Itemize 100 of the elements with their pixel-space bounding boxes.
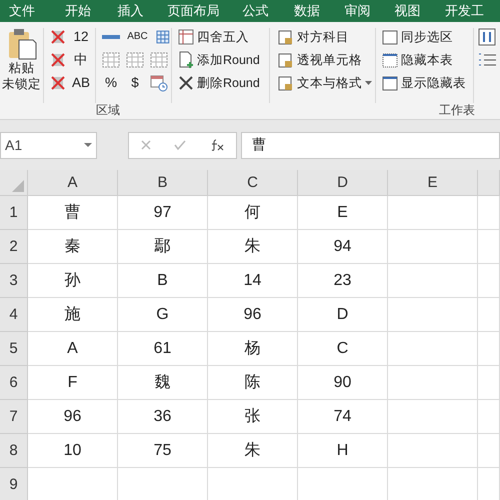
ribbon-tab[interactable]: 数据 xyxy=(291,2,342,20)
ribbon-button[interactable]: 隐藏本表 xyxy=(382,51,473,69)
row-header[interactable]: 8 xyxy=(0,434,28,468)
column-header[interactable]: E xyxy=(388,170,478,196)
table-icon xyxy=(278,52,294,68)
grid-icon[interactable] xyxy=(126,52,144,68)
empty-cell xyxy=(478,400,500,434)
percent-label[interactable]: % xyxy=(102,75,120,90)
caret-icon xyxy=(365,81,372,85)
table-icon[interactable] xyxy=(155,28,171,44)
number-format-label[interactable]: 12 xyxy=(72,29,90,44)
table-cell: 魏 xyxy=(118,366,208,400)
table-cell: 10 xyxy=(28,434,118,468)
number-format-label[interactable]: 中 xyxy=(72,50,90,68)
table-cell: C xyxy=(298,332,388,366)
table-cell: 36 xyxy=(118,400,208,434)
ribbon-button[interactable]: 透视单元格 xyxy=(278,51,375,69)
text-case-label[interactable]: ABC xyxy=(126,31,150,42)
table-cell: 75 xyxy=(118,434,208,468)
table-cell: 90 xyxy=(298,366,388,400)
number-format-label[interactable]: AB xyxy=(72,75,90,90)
empty-cell xyxy=(478,434,500,468)
crossed-number-icon[interactable] xyxy=(50,52,66,68)
grid-icon[interactable] xyxy=(150,52,168,68)
ribbon-button[interactable]: 对方科目 xyxy=(278,28,375,46)
table-cell: 朱 xyxy=(208,230,298,264)
function-icon[interactable] xyxy=(210,139,224,151)
sheet-icon xyxy=(382,30,398,44)
dropdown-caret-icon xyxy=(84,143,92,147)
percent-table-icon xyxy=(178,29,194,45)
delete-icon xyxy=(178,75,194,91)
column-header[interactable]: A xyxy=(28,170,118,196)
column-header[interactable]: D xyxy=(298,170,388,196)
table-cell: 施 xyxy=(28,298,118,332)
table-cell: 96 xyxy=(208,298,298,332)
formula-input[interactable]: 曹 xyxy=(241,132,500,158)
column-header[interactable]: C xyxy=(208,170,298,196)
table-cell: 鄢 xyxy=(118,230,208,264)
ribbon-button[interactable]: 四舍五入 xyxy=(178,28,269,46)
table-cell: E xyxy=(298,196,388,230)
table-cell: 96 xyxy=(28,400,118,434)
table-cell: 61 xyxy=(118,332,208,366)
table-cell: 曹 xyxy=(28,196,118,230)
crossed-number-icon[interactable] xyxy=(50,74,66,90)
group-label: 工作表 xyxy=(439,102,475,119)
group-label: 区域 xyxy=(96,102,120,119)
paste-label[interactable]: 粘贴 xyxy=(8,60,34,76)
ribbon-tab[interactable]: 开发工 xyxy=(442,2,500,20)
empty-cell xyxy=(478,264,500,298)
row-header[interactable]: 6 xyxy=(0,366,28,400)
table-cell: 朱 xyxy=(208,434,298,468)
table-cell: 97 xyxy=(118,196,208,230)
ribbon-tab[interactable]: 视图 xyxy=(392,2,442,20)
table-cell: 杨 xyxy=(208,332,298,366)
ribbon-button[interactable]: 添加Round xyxy=(178,51,269,69)
name-box[interactable]: A1 xyxy=(0,132,97,158)
grid-icon[interactable] xyxy=(102,52,120,68)
ribbon-tab[interactable]: 页面布局 xyxy=(164,2,240,20)
ribbon-button[interactable]: 同步选区 xyxy=(382,28,473,46)
empty-cell xyxy=(478,298,500,332)
crossed-number-icon[interactable] xyxy=(50,28,66,44)
table-icon xyxy=(278,29,294,45)
table-cell: 14 xyxy=(208,264,298,298)
dollar-label[interactable]: $ xyxy=(126,75,144,90)
sheet-icon xyxy=(382,76,398,90)
table-cell: D xyxy=(298,298,388,332)
ribbon-button[interactable]: 显示隐藏表 xyxy=(382,74,473,92)
calendar-clock-icon[interactable] xyxy=(150,74,168,92)
minus-icon[interactable] xyxy=(102,34,120,38)
ribbon-button[interactable]: 文本与格式 xyxy=(278,74,375,92)
corner-triangle-icon xyxy=(12,180,24,192)
table-cell: F xyxy=(28,366,118,400)
row-header[interactable]: 2 xyxy=(0,230,28,264)
row-header[interactable]: 3 xyxy=(0,264,28,298)
row-header[interactable]: 5 xyxy=(0,332,28,366)
ribbon-tab[interactable]: 插入 xyxy=(114,2,165,20)
empty-cell xyxy=(478,366,500,400)
row-header[interactable]: 9 xyxy=(0,468,28,500)
ribbon-tab[interactable]: 审阅 xyxy=(341,2,392,20)
paste-label[interactable]: 未锁定 xyxy=(2,76,41,92)
table-cell: 孙 xyxy=(28,264,118,298)
ribbon-tab[interactable]: 开始 xyxy=(62,2,114,20)
table-cell: H xyxy=(298,434,388,468)
ribbon-tab[interactable]: 文件 xyxy=(6,2,62,20)
column-header[interactable]: B xyxy=(118,170,208,196)
clipboard-icon[interactable] xyxy=(6,28,36,60)
table-icon xyxy=(278,75,294,91)
cancel-icon[interactable] xyxy=(140,140,151,150)
row-header[interactable]: 4 xyxy=(0,298,28,332)
row-header[interactable]: 1 xyxy=(0,196,28,230)
check-icon[interactable] xyxy=(174,140,186,150)
table-cell: 秦 xyxy=(28,230,118,264)
empty-cell xyxy=(478,230,500,264)
ribbon-tab[interactable]: 公式 xyxy=(240,2,292,20)
ribbon-button[interactable]: 删除Round xyxy=(178,74,269,92)
empty-cell xyxy=(478,332,500,366)
row-header[interactable]: 7 xyxy=(0,400,28,434)
table-cell: 94 xyxy=(298,230,388,264)
add-page-icon xyxy=(178,51,194,69)
table-cell: G xyxy=(118,298,208,332)
